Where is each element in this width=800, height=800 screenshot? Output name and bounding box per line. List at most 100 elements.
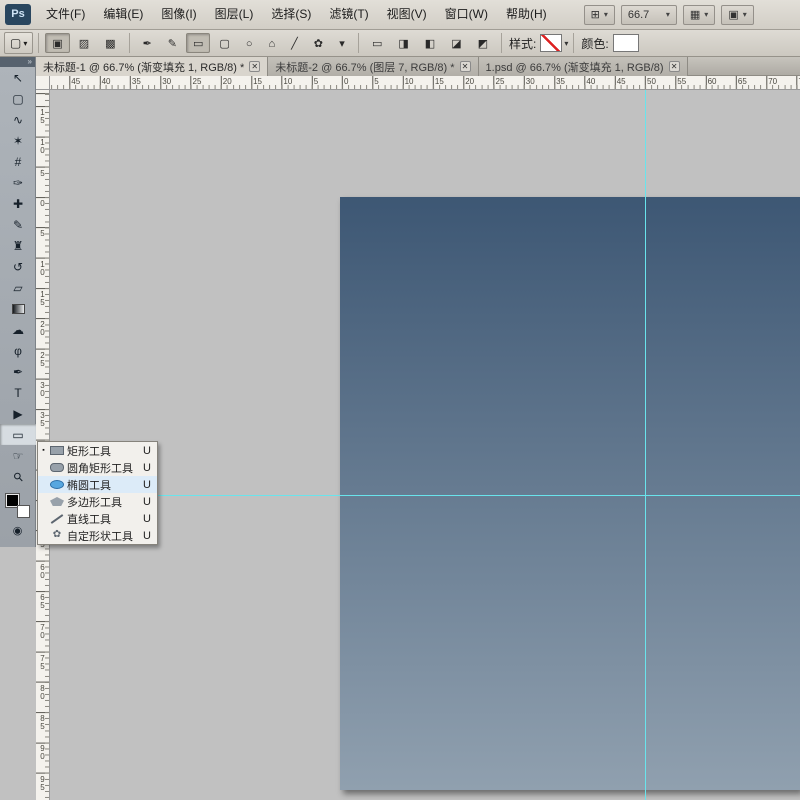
eraser-tool[interactable]: ▱: [0, 277, 36, 298]
brush-tool[interactable]: ✎: [0, 214, 36, 235]
tab-document-2[interactable]: 未标题-2 @ 66.7% (图层 7, RGB/8) *✕: [268, 57, 478, 76]
flyout-item-rrect[interactable]: 圆角矩形工具U: [38, 459, 157, 476]
intersect-shape-areas-button[interactable]: ◪: [444, 33, 468, 53]
style-label: 样式:: [509, 35, 536, 52]
brush-tool-icon: ✎: [13, 219, 23, 231]
panel-collapse-icon[interactable]: »: [0, 57, 35, 67]
hand-tool[interactable]: ☞: [0, 445, 36, 466]
screen-mode-button[interactable]: ▣▾: [721, 5, 753, 25]
eyedropper-tool[interactable]: ✑: [0, 172, 36, 193]
menu-help[interactable]: 帮助(H): [497, 0, 556, 29]
photoshop-logo-icon: Ps: [5, 4, 31, 25]
ruler-number: 30: [38, 381, 47, 397]
pen-tool[interactable]: ✒: [0, 361, 36, 382]
quick-mask-button[interactable]: ◉: [8, 523, 28, 539]
options-bar: ▢ ▾ ▣▨▩ ✒✎ ▭▢○⌂╱✿▾ ▭◨◧◪◩ 样式: ▾ 颜色:: [0, 30, 800, 57]
flyout-item-shortcut: U: [141, 530, 151, 542]
menu-layer[interactable]: 图层(L): [206, 0, 263, 29]
ruler-number: 50: [647, 77, 656, 86]
tab-document-3[interactable]: 1.psd @ 66.7% (渐变填充 1, RGB/8)✕: [479, 57, 688, 76]
arrange-documents-button[interactable]: ▦▾: [683, 5, 715, 25]
menu-view[interactable]: 视图(V): [378, 0, 436, 29]
ruler-number: 20: [465, 77, 474, 86]
document-canvas[interactable]: [340, 197, 800, 790]
pen-tool-icon: ✒: [13, 366, 23, 378]
separator: [358, 33, 359, 53]
tab-close-icon[interactable]: ✕: [669, 61, 680, 72]
menu-window[interactable]: 窗口(W): [436, 0, 497, 29]
lasso-tool[interactable]: ∿: [0, 109, 36, 130]
shape-layers-button[interactable]: ▣: [45, 33, 69, 53]
clone-stamp-tool[interactable]: ♜: [0, 235, 36, 256]
shape-color-swatch[interactable]: [613, 34, 639, 52]
fill-pixels-button[interactable]: ▩: [98, 33, 122, 53]
tool-preset-picker[interactable]: ▢ ▾: [4, 32, 33, 54]
flyout-item-custom[interactable]: ✿自定形状工具U: [38, 527, 157, 544]
tab-close-icon[interactable]: ✕: [249, 61, 260, 72]
zoom-level-select[interactable]: 66.7▾: [621, 5, 677, 25]
path-selection-tool[interactable]: ▶: [0, 403, 36, 424]
menubar: Ps 文件(F)编辑(E)图像(I)图层(L)选择(S)滤镜(T)视图(V)窗口…: [0, 0, 800, 30]
ellipse-tool-button[interactable]: ○: [239, 33, 260, 53]
polygon-tool-button[interactable]: ⌂: [261, 33, 282, 53]
blur-tool[interactable]: ☁: [0, 319, 36, 340]
crop-tool[interactable]: #: [0, 151, 36, 172]
foreground-background-swatches[interactable]: [5, 493, 31, 519]
path-operation-buttons: ▭◨◧◪◩: [364, 33, 496, 53]
flyout-item-ellipse[interactable]: 椭圆工具U: [38, 476, 157, 493]
menu-edit[interactable]: 编辑(E): [94, 0, 152, 29]
horizontal-type-tool[interactable]: T: [0, 382, 36, 403]
menu-filter[interactable]: 滤镜(T): [320, 0, 377, 29]
document-tab-bar: 未标题-1 @ 66.7% (渐变填充 1, RGB/8) *✕未标题-2 @ …: [36, 57, 800, 76]
line-tool-button[interactable]: ╱: [284, 33, 305, 53]
tab-close-icon[interactable]: ✕: [460, 61, 471, 72]
path-selection-tool-icon: ▶: [13, 408, 22, 420]
flyout-item-rect[interactable]: ▪矩形工具U: [38, 442, 157, 459]
horizontal-ruler[interactable]: 4540353025201510505101520253035404550556…: [50, 76, 800, 90]
move-tool[interactable]: ↖: [0, 67, 36, 88]
freeform-pen-tool-button[interactable]: ✎: [161, 33, 184, 53]
view-extras-button[interactable]: ⊞▾: [584, 5, 615, 25]
tab-document-1[interactable]: 未标题-1 @ 66.7% (渐变填充 1, RGB/8) *✕: [36, 57, 268, 76]
rectangle-tool-button[interactable]: ▭: [186, 33, 210, 53]
ruler-number: 30: [526, 77, 535, 86]
create-new-shape-layer-button[interactable]: ▭: [365, 33, 389, 53]
style-none-swatch[interactable]: [540, 34, 562, 52]
ruler-number: 95: [38, 775, 47, 791]
pen-tool-icon: ✒: [143, 38, 152, 50]
pen-tool-button[interactable]: ✒: [136, 33, 159, 53]
zoom-tool[interactable]: ⚲: [0, 466, 36, 487]
subtract-from-shape-area-button[interactable]: ◧: [418, 33, 442, 53]
gradient-tool[interactable]: [0, 298, 36, 319]
ruler-corner: [36, 76, 50, 90]
history-brush-tool[interactable]: ↺: [0, 256, 36, 277]
chevron-down-icon: ▾: [743, 10, 747, 19]
ruler-number: 20: [223, 77, 232, 86]
flyout-item-label: 直线工具: [67, 511, 138, 527]
ruler-number: 80: [38, 684, 47, 700]
rectangle-tool-icon: ▭: [193, 38, 203, 50]
flyout-item-poly[interactable]: 多边形工具U: [38, 493, 157, 510]
menu-select[interactable]: 选择(S): [262, 0, 320, 29]
spot-healing-brush-tool[interactable]: ✚: [0, 193, 36, 214]
flyout-item-line[interactable]: 直线工具U: [38, 510, 157, 527]
rounded-rectangle-tool-button[interactable]: ▢: [212, 33, 236, 53]
menu-image[interactable]: 图像(I): [152, 0, 205, 29]
quick-selection-tool[interactable]: ✶: [0, 130, 36, 151]
add-to-shape-area-button[interactable]: ◨: [391, 33, 415, 53]
flyout-item-shortcut: U: [141, 496, 151, 508]
menu-file[interactable]: 文件(F): [37, 0, 94, 29]
rectangular-marquee-tool[interactable]: ▢: [0, 88, 36, 109]
background-color-swatch[interactable]: [17, 505, 30, 518]
rectangle-tool[interactable]: ▭: [0, 424, 36, 445]
clone-stamp-tool-icon: ♜: [13, 240, 24, 252]
ruler-number: 10: [283, 77, 292, 86]
exclude-overlapping-shape-areas-button[interactable]: ◩: [471, 33, 495, 53]
custom-shape-tool-button[interactable]: ✿: [307, 33, 330, 53]
geometry-options-button[interactable]: ▾: [332, 33, 352, 53]
dodge-tool[interactable]: φ: [0, 340, 36, 361]
move-tool-icon: ↖: [13, 72, 23, 84]
paths-button[interactable]: ▨: [72, 33, 96, 53]
flyout-item-label: 多边形工具: [67, 494, 138, 510]
line-tool-icon: ╱: [291, 38, 298, 50]
